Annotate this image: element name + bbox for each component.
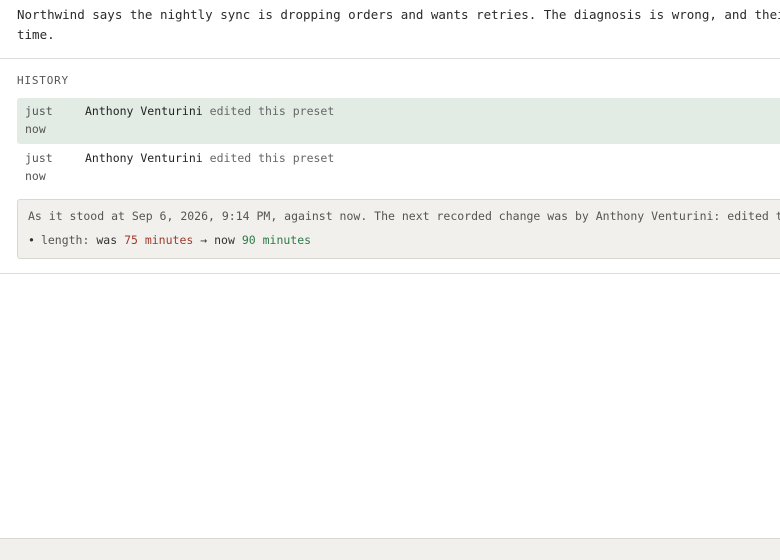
entry-action: edited this preset <box>209 104 335 118</box>
entry-time-line-2: now <box>25 122 46 136</box>
history-entry[interactable]: just now Anthony Venturini edited this p… <box>17 145 780 191</box>
history-heading: HISTORY <box>17 74 69 87</box>
version-diff-panel: As it stood at Sep 6, 2026, 9:14 PM, aga… <box>17 199 780 259</box>
diff-new-value: 90 minutes <box>241 233 312 247</box>
diff-change-item: • length: was 75 minutes → now 90 minutes <box>28 232 311 248</box>
entry-author: Anthony Venturini <box>85 104 203 118</box>
entry-author: Anthony Venturini <box>85 151 203 165</box>
diff-was-label: was <box>96 233 118 247</box>
entry-summary: Anthony Venturini edited this preset <box>85 102 334 120</box>
entry-time-line-1: just <box>25 104 53 118</box>
entry-summary: Anthony Venturini edited this preset <box>85 149 334 167</box>
entry-time-line-2: now <box>25 169 46 183</box>
diff-field-name: length: <box>40 233 90 247</box>
diff-old-value: 75 minutes <box>124 233 194 247</box>
preset-history-page: Northwind says the nightly sync is dropp… <box>0 0 780 560</box>
diff-now-label: now <box>214 233 235 247</box>
description-line-1: Northwind says the nightly sync is dropp… <box>17 7 780 22</box>
entry-action: edited this preset <box>209 151 335 165</box>
preset-description: Northwind says the nightly sync is dropp… <box>17 5 780 45</box>
section-divider <box>0 273 780 274</box>
entry-timestamp: just now <box>25 149 75 185</box>
entry-timestamp: just now <box>25 102 75 138</box>
bullet-icon: • <box>28 233 35 247</box>
section-divider <box>0 58 780 59</box>
diff-context-text: As it stood at Sep 6, 2026, 9:14 PM, aga… <box>28 209 780 223</box>
footer-bar <box>0 538 780 560</box>
history-entry-selected[interactable]: just now Anthony Venturini edited this p… <box>17 98 780 144</box>
arrow-right-icon: → <box>200 233 208 247</box>
description-line-2: time. <box>17 27 55 42</box>
entry-time-line-1: just <box>25 151 53 165</box>
